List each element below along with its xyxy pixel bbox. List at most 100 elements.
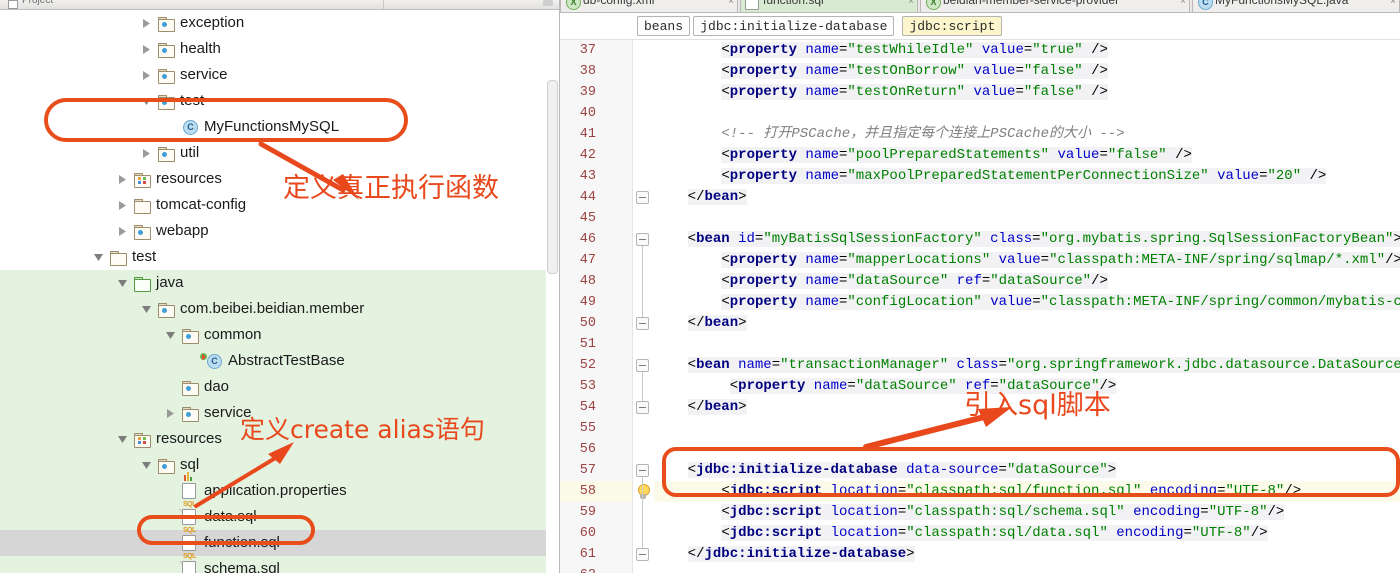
code-line[interactable]: <bean id="myBatisSqlSessionFactory" clas… — [654, 229, 1400, 250]
fold-toggle[interactable] — [636, 548, 649, 561]
editor-fold-gutter[interactable] — [632, 40, 654, 573]
code-line[interactable]: <bean name="transactionManager" class="o… — [654, 355, 1400, 376]
tree-item-health[interactable]: health — [0, 36, 546, 62]
tree-item-java[interactable]: java — [0, 270, 546, 296]
breadcrumb-item-beans[interactable]: beans — [637, 16, 691, 36]
code-line[interactable]: </bean> — [654, 313, 1400, 334]
tree-item-resources[interactable]: resources — [0, 166, 546, 192]
code-line[interactable]: <property name="configLocation" value="c… — [654, 292, 1400, 313]
code-line[interactable]: <property name="testWhileIdle" value="tr… — [654, 40, 1400, 61]
fold-toggle[interactable] — [636, 359, 649, 372]
code-line[interactable] — [654, 439, 1400, 460]
chevron-down-icon[interactable] — [140, 88, 153, 114]
code-line[interactable]: <property name="mapperLocations" value="… — [654, 250, 1400, 271]
code-line[interactable] — [654, 418, 1400, 439]
editor-tab-label: MyFunctionsMySQL.java — [1215, 0, 1349, 7]
tree-item-webapp[interactable]: webapp — [0, 218, 546, 244]
chevron-right-icon[interactable] — [164, 400, 177, 426]
tree-item-schema-sql[interactable]: SQL schema.sql — [0, 553, 546, 573]
code-line[interactable]: </bean> — [654, 397, 1400, 418]
line-number: 48 — [579, 274, 596, 289]
tree-item-service[interactable]: service — [0, 400, 546, 426]
file-type-icon: C — [1197, 0, 1213, 10]
code-line[interactable]: <jdbc:script location="classpath:sql/fun… — [654, 481, 1400, 502]
tree-item-label: dao — [204, 378, 230, 395]
chevron-down-icon[interactable] — [116, 270, 129, 296]
chevron-down-icon[interactable] — [164, 322, 177, 348]
tree-item-sql[interactable]: sql — [0, 452, 546, 478]
chevron-right-icon[interactable] — [140, 10, 153, 36]
chevron-down-icon[interactable] — [140, 452, 153, 478]
close-icon[interactable]: × — [1180, 0, 1186, 7]
code-line[interactable] — [654, 565, 1400, 573]
code-line[interactable]: <property name="testOnReturn" value="fal… — [654, 82, 1400, 103]
breadcrumb-item-jdbc-initialize-database[interactable]: jdbc:initialize-database — [693, 16, 895, 36]
close-icon[interactable]: × — [908, 0, 914, 7]
editor-code-area[interactable]: <property name="testWhileIdle" value="tr… — [654, 40, 1400, 573]
code-line[interactable]: <!-- 打开PSCache，并且指定每个连接上PSCache的大小 --> — [654, 124, 1400, 145]
code-line[interactable]: <property name="testOnBorrow" value="fal… — [654, 61, 1400, 82]
chevron-right-icon[interactable] — [140, 62, 153, 88]
close-icon[interactable]: × — [728, 0, 734, 7]
tree-item-exception[interactable]: exception — [0, 10, 546, 36]
tree-item-label: service — [204, 404, 252, 421]
fold-toggle[interactable] — [636, 464, 649, 477]
chevron-down-icon[interactable] — [116, 426, 129, 452]
tree-item-label: resources — [156, 430, 222, 447]
sql-file-icon: SQL — [178, 501, 199, 525]
chevron-down-icon[interactable] — [140, 296, 153, 322]
fold-toggle[interactable] — [636, 401, 649, 414]
chevron-right-icon[interactable] — [140, 140, 153, 166]
fold-toggle[interactable] — [636, 317, 649, 330]
tree-item-com-beibei-beidian-member[interactable]: com.beibei.beidian.member — [0, 296, 546, 322]
tree-item-test[interactable]: test — [0, 244, 546, 270]
fold-toggle[interactable] — [636, 191, 649, 204]
tree-item-data-sql[interactable]: SQL data.sql — [0, 501, 546, 530]
tree-item-label: com.beibei.beidian.member — [180, 300, 365, 317]
project-tree[interactable]: exception health service test C MyFunctionsMy… — [0, 10, 546, 573]
chevron-down-icon[interactable] — [92, 244, 105, 270]
tree-item-dao[interactable]: dao — [0, 374, 546, 400]
tree-item-tomcat-config[interactable]: tomcat-config — [0, 192, 546, 218]
tree-item-util[interactable]: util — [0, 140, 546, 166]
code-line[interactable] — [654, 208, 1400, 229]
fold-toggle[interactable] — [636, 233, 649, 246]
chevron-right-icon[interactable] — [116, 218, 129, 244]
close-icon[interactable]: × — [1390, 0, 1396, 7]
editor-tab-label: beidian-member-service-provider — [943, 0, 1120, 7]
line-number: 49 — [579, 295, 596, 310]
project-tree-scrollbar[interactable] — [547, 80, 558, 274]
line-number: 39 — [579, 85, 596, 100]
editor-gutter[interactable]: 37 38 39 40 41 42 43 44 45 46 47 48 49 50 51 52 53 54 55 56… — [560, 40, 633, 573]
tree-item-function-sql[interactable]: SQL function.sql — [0, 527, 546, 556]
chevron-right-icon[interactable] — [140, 36, 153, 62]
code-line[interactable]: <property name="maxPoolPreparedStatement… — [654, 166, 1400, 187]
code-line[interactable]: </jdbc:initialize-database> — [654, 544, 1400, 565]
code-line[interactable] — [654, 334, 1400, 355]
tree-item-myfunctionsmysql[interactable]: C MyFunctionsMySQL — [0, 114, 546, 140]
tree-item-test[interactable]: test — [0, 88, 546, 114]
editor-tab-beidian-member-service-provider[interactable]: Xbeidian-member-service-provider × — [920, 0, 1190, 12]
code-line[interactable]: </bean> — [654, 187, 1400, 208]
tree-item-abstracttestbase[interactable]: C AbstractTestBase — [0, 348, 546, 374]
editor-tab-function-sql[interactable]: SQL function.sql × — [740, 0, 918, 12]
chevron-right-icon[interactable] — [116, 192, 129, 218]
tree-item-service[interactable]: service — [0, 62, 546, 88]
code-line[interactable]: <property name="dataSource" ref="dataSou… — [654, 376, 1400, 397]
toolbar-divider — [383, 0, 384, 9]
intention-bulb-icon[interactable] — [636, 484, 650, 500]
tree-item-common[interactable]: common — [0, 322, 546, 348]
code-line[interactable]: <jdbc:initialize-database data-source="d… — [654, 460, 1400, 481]
toolbar-buttons[interactable] — [543, 0, 553, 6]
breadcrumb-item-jdbc-script[interactable]: jdbc:script — [902, 16, 1003, 36]
tree-item-resources[interactable]: resources — [0, 426, 546, 452]
code-line[interactable]: <jdbc:script location="classpath:sql/sch… — [654, 502, 1400, 523]
chevron-right-icon[interactable] — [116, 166, 129, 192]
editor-tab-myfunctionsmysql-java[interactable]: C MyFunctionsMySQL.java × — [1192, 0, 1400, 12]
code-line[interactable] — [654, 103, 1400, 124]
editor-tab-db-config-xml[interactable]: Xdb-config.xml × — [560, 0, 738, 12]
code-line[interactable]: <property name="dataSource" ref="dataSou… — [654, 271, 1400, 292]
tree-item-application-properties[interactable]: application.properties — [0, 472, 546, 504]
code-line[interactable]: <jdbc:script location="classpath:sql/dat… — [654, 523, 1400, 544]
code-line[interactable]: <property name="poolPreparedStatements" … — [654, 145, 1400, 166]
